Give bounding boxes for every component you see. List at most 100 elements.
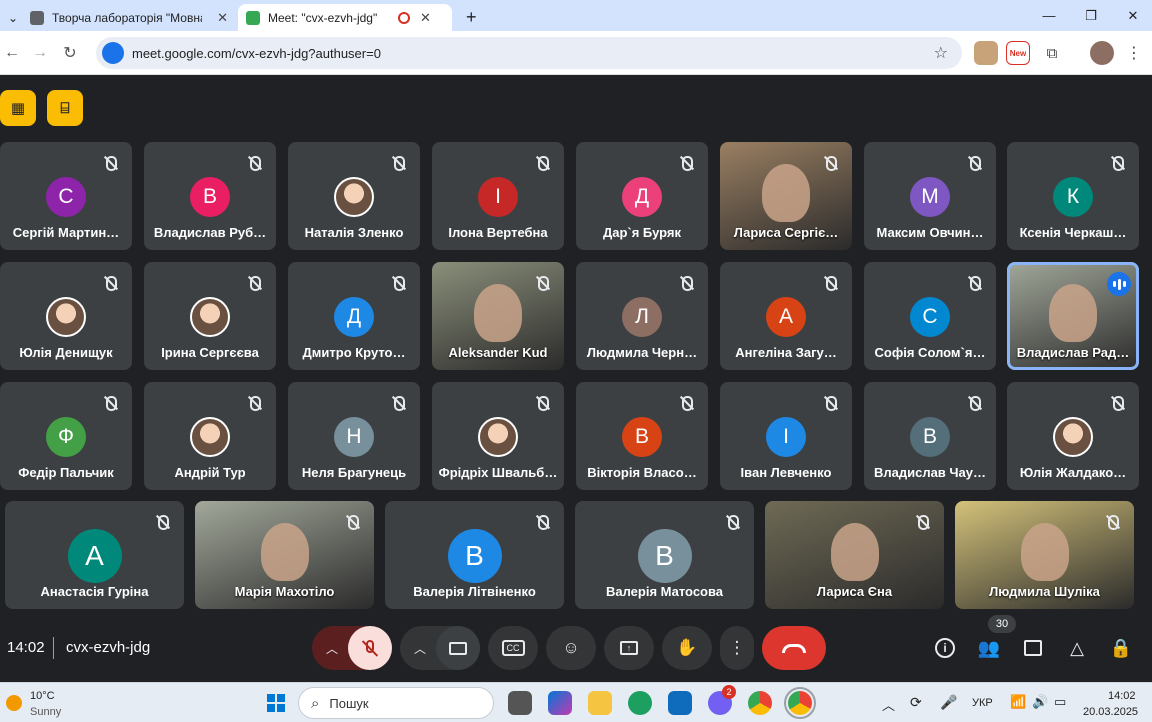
close-icon[interactable]: ✕ bbox=[420, 10, 431, 26]
extension-door-icon[interactable]: ⌸ bbox=[47, 90, 83, 126]
menu-icon[interactable]: ⋮ bbox=[1122, 41, 1146, 65]
leave-call-button[interactable] bbox=[762, 626, 826, 670]
tab-creative-lab[interactable]: Творча лабораторія "Мовна п ✕ bbox=[22, 4, 236, 31]
microphone-icon[interactable]: 🎤 bbox=[940, 694, 957, 711]
taskbar-date[interactable]: 20.03.2025 bbox=[1083, 706, 1138, 718]
participant-tile[interactable]: І Іван Левченко bbox=[720, 382, 852, 490]
present-button[interactable]: ↑ bbox=[604, 626, 654, 670]
avatar-photo bbox=[334, 177, 374, 217]
participant-tile[interactable]: В Владислав Чау… bbox=[864, 382, 996, 490]
participant-tile[interactable]: К Ксенія Черкаш… bbox=[1007, 142, 1139, 250]
viber-icon[interactable]: 2 bbox=[708, 685, 736, 715]
copilot-icon[interactable] bbox=[548, 691, 572, 715]
participant-tile[interactable]: Лариса Сергіє… bbox=[720, 142, 852, 250]
notification-badge: 2 bbox=[722, 685, 736, 699]
classroom-icon bbox=[30, 10, 44, 25]
participant-tile[interactable]: Д Дар`я Буряк bbox=[576, 142, 708, 250]
participant-tile[interactable]: Марія Махотіло bbox=[195, 501, 374, 609]
sync-icon[interactable]: ⟳ bbox=[910, 694, 922, 711]
participant-tile[interactable]: Людмила Шуліка bbox=[955, 501, 1134, 609]
participant-name: Дар`я Буряк bbox=[602, 225, 682, 240]
participant-tile[interactable]: Ірина Сергєєва bbox=[144, 262, 276, 370]
tab-meet[interactable]: Meet: "cvx-ezvh-jdg" ✕ bbox=[238, 4, 452, 31]
participant-tile[interactable]: В Валерія Матосова bbox=[575, 501, 754, 609]
captions-button[interactable]: CC bbox=[488, 626, 538, 670]
participant-tile[interactable]: Юлія Денищук bbox=[0, 262, 132, 370]
more-options-button[interactable]: ⋮ bbox=[720, 626, 754, 670]
participant-tile[interactable]: Л Людмила Черн… bbox=[576, 262, 708, 370]
chevron-up-icon[interactable]: ︿ bbox=[882, 695, 895, 714]
chrome-icon[interactable] bbox=[748, 691, 772, 715]
back-icon[interactable]: ← bbox=[0, 41, 24, 65]
participant-tile[interactable]: М Максим Овчин… bbox=[864, 142, 996, 250]
participant-tile[interactable]: Н Неля Брагунець bbox=[288, 382, 420, 490]
meeting-info-button[interactable]: i bbox=[923, 626, 967, 670]
raise-hand-button[interactable]: ✋ bbox=[662, 626, 712, 670]
start-button[interactable] bbox=[264, 691, 288, 715]
close-window-button[interactable]: ✕ bbox=[1110, 0, 1152, 31]
taskbar-time[interactable]: 14:02 bbox=[1108, 690, 1136, 702]
emoji-button[interactable]: ☺ bbox=[546, 626, 596, 670]
extension-new-icon[interactable]: New bbox=[1006, 41, 1030, 65]
activities-button[interactable]: △ bbox=[1055, 626, 1099, 670]
forward-icon[interactable]: → bbox=[28, 41, 52, 65]
task-view-icon[interactable] bbox=[508, 691, 532, 715]
profile-avatar[interactable] bbox=[1090, 41, 1114, 65]
participant-tile[interactable]: Aleksander Kud bbox=[432, 262, 564, 370]
avatar: С bbox=[46, 177, 86, 217]
participant-tile[interactable]: Фрідріх Швальб… bbox=[432, 382, 564, 490]
participant-tile[interactable]: Д Дмитро Круто… bbox=[288, 262, 420, 370]
participant-tile[interactable]: Ф Федір Пальчик bbox=[0, 382, 132, 490]
avatar: А bbox=[766, 297, 806, 337]
host-controls-button[interactable]: 🔒 bbox=[1099, 626, 1143, 670]
participant-tile[interactable]: А Анастасія Гуріна bbox=[5, 501, 184, 609]
avatar: К bbox=[1053, 177, 1093, 217]
avatar: А bbox=[67, 529, 122, 583]
chrome-profile-icon[interactable] bbox=[784, 687, 816, 719]
participant-tile[interactable]: Лариса Єна bbox=[765, 501, 944, 609]
participant-tile[interactable]: А Ангеліна Загу… bbox=[720, 262, 852, 370]
site-info-icon[interactable] bbox=[102, 42, 124, 64]
participant-tile[interactable]: В Валерія Літвіненко bbox=[385, 501, 564, 609]
close-icon[interactable]: ✕ bbox=[217, 10, 228, 26]
participant-tile[interactable]: С Сергій Мартин… bbox=[0, 142, 132, 250]
chat-button[interactable] bbox=[1011, 626, 1055, 670]
participant-tile[interactable]: Наталія Зленко bbox=[288, 142, 420, 250]
participant-name: Вікторія Власо… bbox=[587, 465, 697, 480]
restore-button[interactable]: ❐ bbox=[1068, 0, 1114, 31]
file-explorer-icon[interactable] bbox=[588, 691, 612, 715]
participant-name: Сергій Мартин… bbox=[12, 225, 120, 240]
taskbar-search[interactable]: ⌕ Пошук bbox=[298, 687, 494, 719]
extension-owl-icon[interactable] bbox=[974, 41, 998, 65]
participant-tile[interactable]: С Софія Солом`я… bbox=[864, 262, 996, 370]
mic-muted-icon bbox=[100, 152, 122, 174]
participant-tile[interactable]: В Владислав Руб… bbox=[144, 142, 276, 250]
outlook-icon[interactable] bbox=[668, 691, 692, 715]
language-indicator[interactable]: УКР bbox=[972, 697, 993, 709]
participant-tile[interactable]: Андрій Тур bbox=[144, 382, 276, 490]
star-icon[interactable]: ☆ bbox=[934, 43, 948, 63]
participant-tile[interactable]: Юлія Жалдако… bbox=[1007, 382, 1139, 490]
wifi-icon[interactable]: 📶 bbox=[1010, 694, 1026, 710]
new-tab-button[interactable]: + bbox=[458, 4, 482, 31]
speaker-icon[interactable]: 🔊 bbox=[1032, 694, 1048, 710]
mic-off-button[interactable] bbox=[348, 626, 392, 670]
participant-tile[interactable]: Владислав Рад… bbox=[1007, 262, 1139, 370]
reload-icon[interactable]: ↻ bbox=[58, 41, 82, 65]
participant-tile[interactable]: І Ілона Вертебна bbox=[432, 142, 564, 250]
info-icon: i bbox=[935, 638, 955, 658]
people-button[interactable]: 👥 bbox=[967, 626, 1011, 670]
edge-icon[interactable] bbox=[628, 691, 652, 715]
participant-tile[interactable]: В Вікторія Власо… bbox=[576, 382, 708, 490]
people-icon: 👥 bbox=[977, 637, 1001, 658]
participant-name: Юлія Денищук bbox=[19, 345, 113, 360]
mic-muted-icon bbox=[388, 392, 410, 414]
minimize-button[interactable]: — bbox=[1026, 0, 1072, 31]
camera-button[interactable] bbox=[436, 626, 480, 670]
url-bar[interactable]: meet.google.com/cvx-ezvh-jdg?authuser=0 … bbox=[96, 37, 962, 69]
extensions-puzzle-icon[interactable]: ⧉ bbox=[1040, 41, 1064, 65]
participant-name: Людмила Черн… bbox=[586, 345, 698, 360]
url-text[interactable]: meet.google.com/cvx-ezvh-jdg?authuser=0 bbox=[132, 46, 381, 61]
extension-grid-off-icon[interactable]: ▦ bbox=[0, 90, 36, 126]
battery-icon[interactable]: ▭ bbox=[1054, 694, 1066, 710]
